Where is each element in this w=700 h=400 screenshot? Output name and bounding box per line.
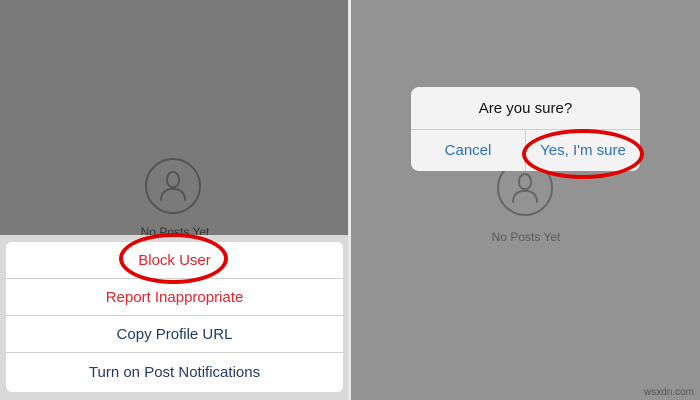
alert-button-row: Cancel Yes, I'm sure bbox=[411, 130, 640, 171]
no-posts-label: No Posts Yet bbox=[491, 230, 561, 244]
post-notifications-button[interactable]: Turn on Post Notifications bbox=[6, 353, 343, 392]
confirm-alert: Are you sure? Cancel Yes, I'm sure bbox=[411, 87, 640, 171]
confirm-button[interactable]: Yes, I'm sure bbox=[526, 130, 640, 171]
copy-profile-url-button[interactable]: Copy Profile URL bbox=[6, 316, 343, 353]
action-sheet: Block User Report Inappropriate Copy Pro… bbox=[6, 242, 343, 392]
alert-title: Are you sure? bbox=[411, 87, 640, 130]
report-inappropriate-button[interactable]: Report Inappropriate bbox=[6, 279, 343, 316]
block-user-button[interactable]: Block User bbox=[6, 242, 343, 279]
watermark: wsxdn.com bbox=[643, 387, 694, 398]
left-screen: No Posts Yet Block User Report Inappropr… bbox=[0, 0, 348, 400]
cancel-button[interactable]: Cancel bbox=[411, 130, 526, 171]
right-screen: No Posts Yet bbox=[351, 0, 700, 400]
profile-placeholder-icon bbox=[145, 158, 201, 214]
